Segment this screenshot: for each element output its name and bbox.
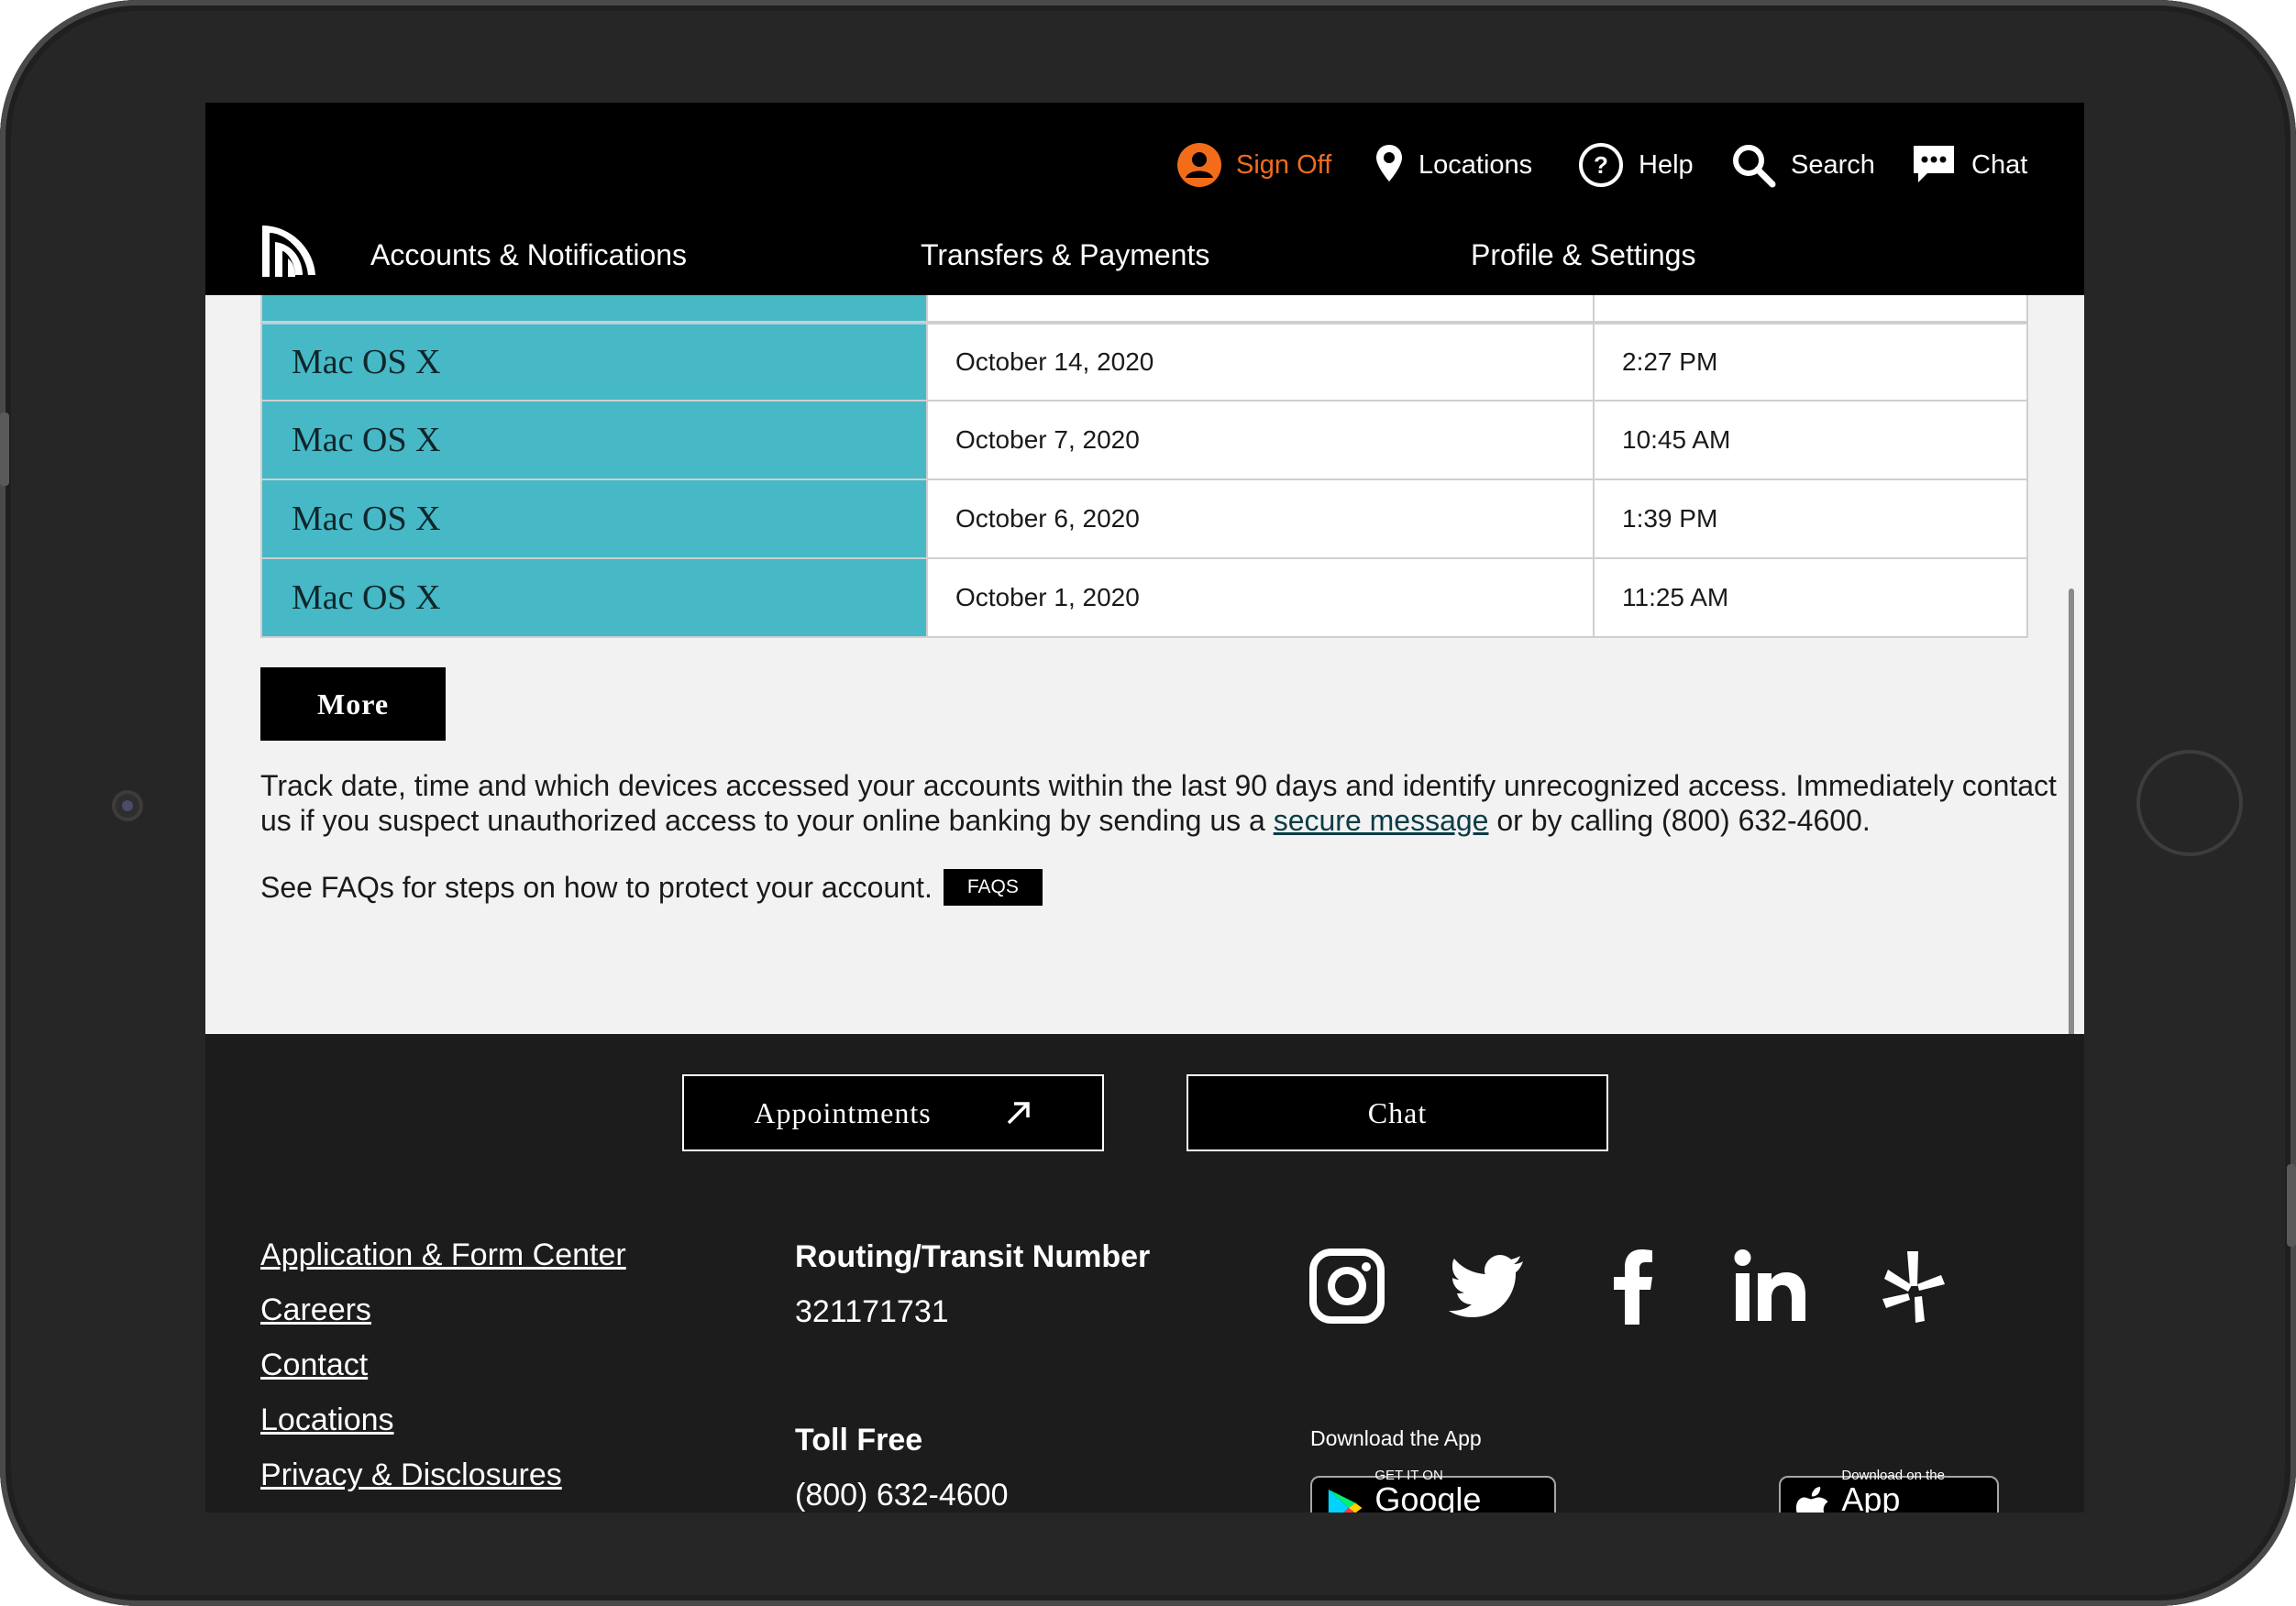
locations-label: Locations bbox=[1418, 149, 1533, 180]
faq-line: See FAQs for steps on how to protect you… bbox=[260, 869, 1043, 906]
nav-transfers-payments[interactable]: Transfers & Payments bbox=[921, 238, 1209, 272]
bank-logo[interactable] bbox=[260, 222, 317, 277]
home-button[interactable] bbox=[2136, 750, 2243, 856]
apple-icon bbox=[1795, 1486, 1828, 1512]
secure-message-link[interactable]: secure message bbox=[1274, 804, 1489, 837]
power-button bbox=[2287, 1164, 2296, 1247]
toll-free-title: Toll Free bbox=[795, 1423, 923, 1458]
faqs-button[interactable]: FAQS bbox=[943, 869, 1043, 906]
facebook-link[interactable] bbox=[1591, 1245, 1673, 1327]
site-header: Sign Off Locations ? Help Search Chat Ac… bbox=[205, 103, 2084, 295]
date-cell: October 6, 2020 bbox=[926, 480, 1593, 557]
tablet-frame: Sign Off Locations ? Help Search Chat Ac… bbox=[0, 0, 2296, 1606]
footer-locations-link[interactable]: Locations bbox=[260, 1402, 626, 1458]
instagram-link[interactable] bbox=[1306, 1245, 1388, 1327]
footer-chat-label: Chat bbox=[1367, 1095, 1428, 1129]
user-icon bbox=[1177, 143, 1221, 187]
help-icon: ? bbox=[1579, 143, 1623, 187]
linkedin-link[interactable] bbox=[1729, 1245, 1812, 1327]
careers-link[interactable]: Careers bbox=[260, 1292, 626, 1348]
device-cell: Mac OS X bbox=[260, 402, 926, 478]
nav-accounts-notifications[interactable]: Accounts & Notifications bbox=[370, 238, 687, 272]
chat-bubble-icon bbox=[1914, 146, 1954, 182]
site-footer: Appointments Chat Application & Form Cen… bbox=[205, 1034, 2084, 1512]
time-cell: 10:45 AM bbox=[1593, 402, 2028, 478]
device-access-table: Mac OS X October 14, 2020 2:27 PM Mac OS… bbox=[260, 295, 2028, 638]
faq-text: See FAQs for steps on how to protect you… bbox=[260, 870, 933, 904]
device-cell: Mac OS X bbox=[260, 323, 926, 400]
sign-off-label: Sign Off bbox=[1236, 149, 1332, 180]
external-arrow-icon bbox=[1007, 1102, 1030, 1125]
table-row: Mac OS X October 1, 2020 11:25 AM bbox=[260, 559, 2028, 638]
facebook-icon bbox=[1614, 1249, 1652, 1325]
google-play-big: Google Play bbox=[1374, 1480, 1482, 1512]
more-button[interactable]: More bbox=[260, 667, 446, 741]
svg-text:?: ? bbox=[1594, 151, 1608, 179]
date-cell: October 7, 2020 bbox=[926, 402, 1593, 478]
linkedin-icon bbox=[1734, 1249, 1805, 1321]
twitter-icon bbox=[1449, 1255, 1523, 1317]
app-store-big: App Store bbox=[1841, 1480, 1901, 1512]
footer-links: Application & Form Center Careers Contac… bbox=[260, 1238, 626, 1512]
volume-button bbox=[0, 412, 9, 486]
application-form-center-link[interactable]: Application & Form Center bbox=[260, 1238, 626, 1292]
locations-link[interactable]: Locations bbox=[1374, 138, 1532, 192]
download-app-label: Download the App bbox=[1310, 1426, 1482, 1450]
device-cell: Mac OS X bbox=[260, 559, 926, 636]
google-play-badge[interactable]: GET IT ON Google Play bbox=[1310, 1468, 1556, 1512]
table-row: Mac OS X October 6, 2020 1:39 PM bbox=[260, 480, 2028, 559]
access-info-text: Track date, time and which devices acces… bbox=[260, 768, 2058, 838]
yelp-icon bbox=[1882, 1251, 1945, 1323]
help-label: Help bbox=[1639, 149, 1694, 180]
date-cell: October 14, 2020 bbox=[926, 323, 1593, 400]
time-cell: 1:39 PM bbox=[1593, 480, 2028, 557]
google-play-icon bbox=[1328, 1489, 1363, 1512]
nav-profile-settings[interactable]: Profile & Settings bbox=[1471, 238, 1695, 272]
front-camera bbox=[112, 790, 143, 821]
table-row: Mac OS X October 14, 2020 2:27 PM bbox=[260, 323, 2028, 402]
app-store-badge[interactable]: Download on the App Store bbox=[1779, 1468, 1999, 1512]
yelp-link[interactable] bbox=[1872, 1245, 1955, 1327]
device-cell: Mac OS X bbox=[260, 480, 926, 557]
date-cell bbox=[926, 295, 1593, 321]
appointments-button[interactable]: Appointments bbox=[682, 1074, 1104, 1151]
instagram-icon bbox=[1309, 1248, 1385, 1324]
privacy-disclosures-link[interactable]: Privacy & Disclosures bbox=[260, 1458, 626, 1512]
twitter-link[interactable] bbox=[1445, 1245, 1528, 1327]
help-link[interactable]: ? Help bbox=[1578, 138, 1694, 192]
time-cell bbox=[1593, 295, 2028, 321]
location-pin-icon bbox=[1376, 145, 1402, 182]
sign-off-link[interactable]: Sign Off bbox=[1177, 138, 1331, 192]
table-row bbox=[260, 295, 2028, 323]
table-row: Mac OS X October 7, 2020 10:45 AM bbox=[260, 402, 2028, 480]
time-cell: 11:25 AM bbox=[1593, 559, 2028, 636]
search-label: Search bbox=[1791, 149, 1875, 180]
device-cell bbox=[260, 295, 926, 321]
search-icon bbox=[1733, 145, 1776, 188]
info-text-end: or by calling (800) 632-4600. bbox=[1488, 804, 1871, 837]
date-cell: October 1, 2020 bbox=[926, 559, 1593, 636]
search-link[interactable]: Search bbox=[1730, 138, 1875, 192]
routing-number: 321171731 bbox=[795, 1294, 949, 1329]
chat-label: Chat bbox=[1971, 149, 2028, 180]
screen: Sign Off Locations ? Help Search Chat Ac… bbox=[205, 103, 2084, 1512]
time-cell: 2:27 PM bbox=[1593, 323, 2028, 400]
chat-link[interactable]: Chat bbox=[1911, 138, 2027, 192]
routing-title: Routing/Transit Number bbox=[795, 1239, 1151, 1274]
appointments-label: Appointments bbox=[754, 1095, 932, 1129]
footer-chat-button[interactable]: Chat bbox=[1187, 1074, 1608, 1151]
toll-free-number: (800) 632-4600 bbox=[795, 1478, 1009, 1512]
contact-link[interactable]: Contact bbox=[260, 1348, 626, 1402]
